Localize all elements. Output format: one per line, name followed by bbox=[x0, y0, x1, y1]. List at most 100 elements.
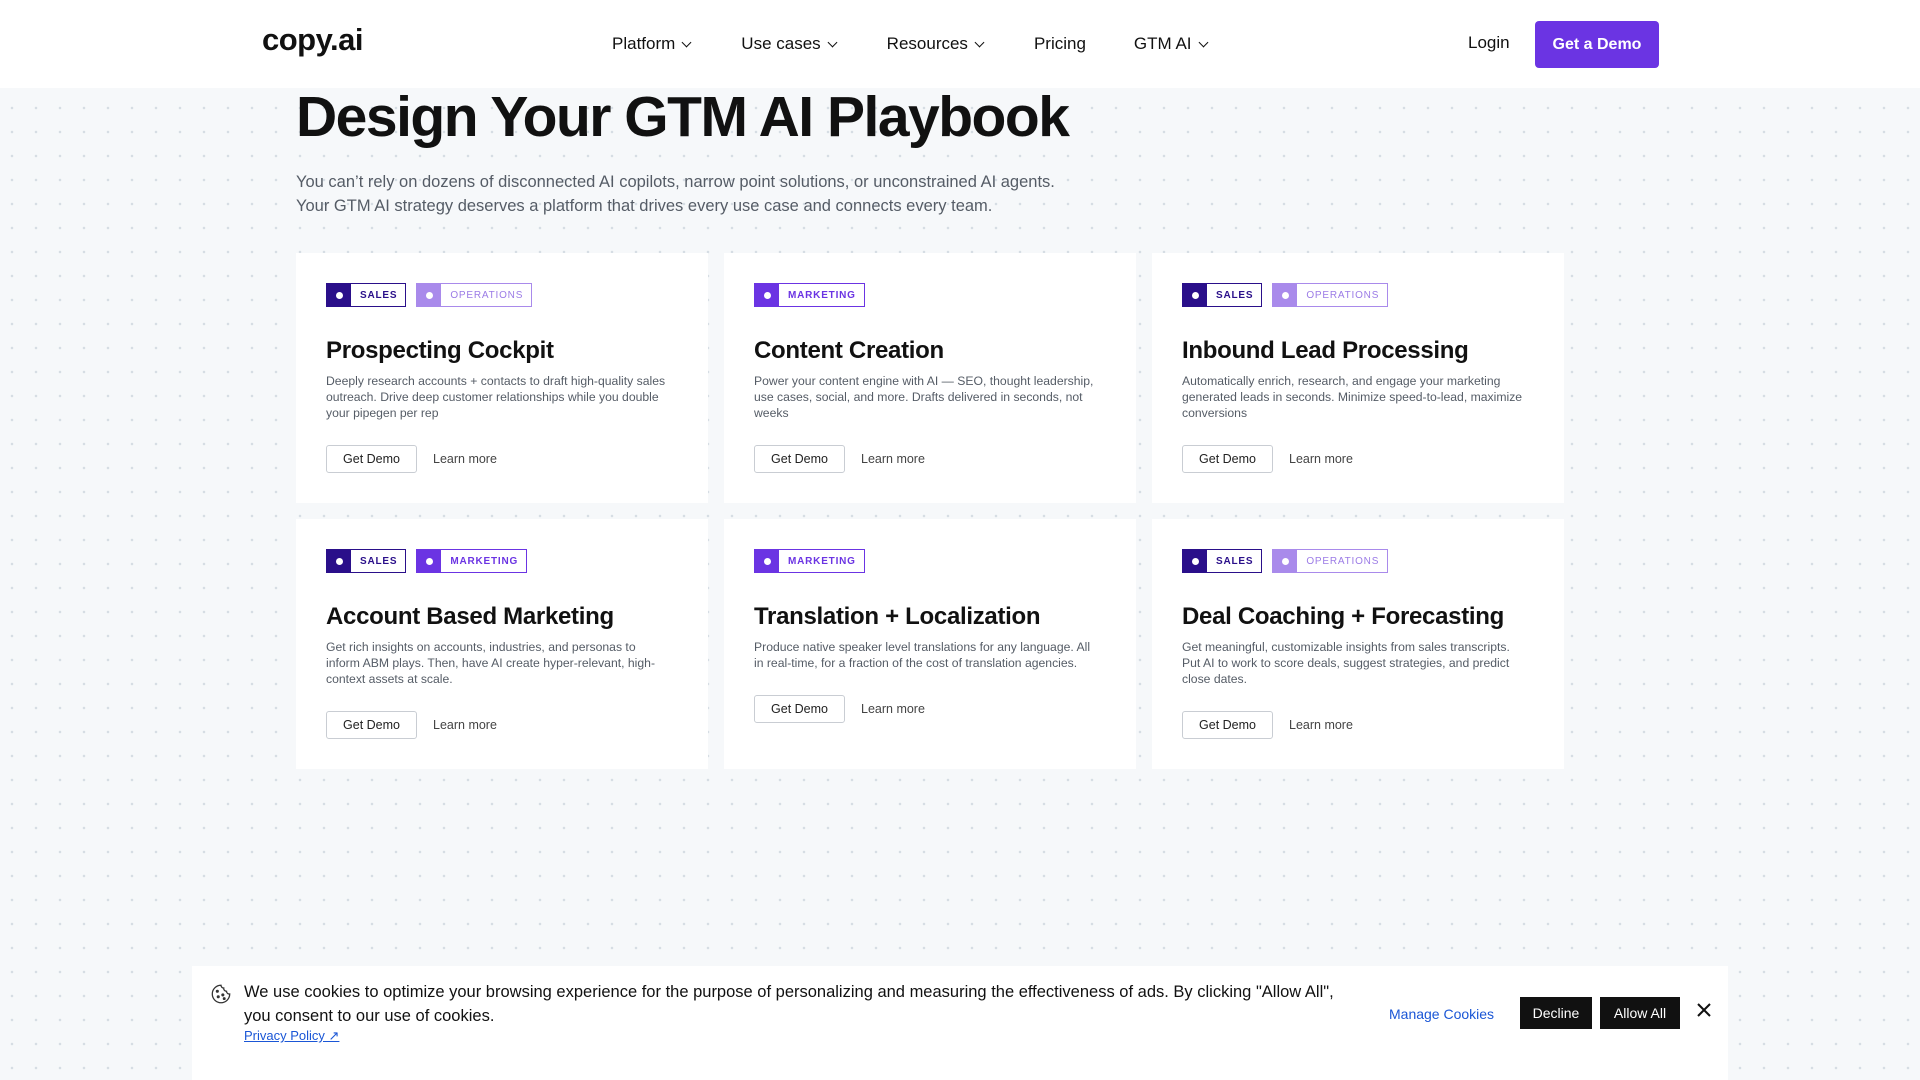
tag-marketing: MARKETING bbox=[754, 283, 865, 307]
nav-item-resources[interactable]: Resources bbox=[886, 34, 985, 54]
dot-icon bbox=[417, 284, 442, 306]
card-title: Prospecting Cockpit bbox=[326, 337, 554, 364]
nav-item-label: Use cases bbox=[741, 34, 821, 53]
manage-cookies-link[interactable]: Manage Cookies bbox=[1389, 1006, 1494, 1022]
tag-label: SALES bbox=[1216, 555, 1254, 567]
logo[interactable]: copy.ai bbox=[262, 22, 364, 58]
tag-label: MARKETING bbox=[788, 289, 856, 301]
tag-sales: SALES bbox=[1182, 549, 1263, 573]
cookie-icon bbox=[211, 984, 231, 1004]
card-description: Get rich insights on accounts, industrie… bbox=[326, 640, 656, 686]
get-demo-button[interactable]: Get Demo bbox=[326, 445, 417, 473]
nav-item-label: Pricing bbox=[1033, 34, 1086, 53]
use-case-card-content-creation: MARKETING Content Creation Power your co… bbox=[724, 253, 1136, 503]
tag-label: OPERATIONS bbox=[1306, 555, 1380, 567]
hero-subtitle: You can’t rely on dozens of disconnected… bbox=[296, 170, 1136, 218]
nav-item-label: GTM AI bbox=[1133, 34, 1192, 53]
tag-label: MARKETING bbox=[788, 555, 856, 567]
cookie-banner: We use cookies to optimize your browsing… bbox=[192, 966, 1728, 1080]
login-link[interactable]: Login bbox=[1468, 33, 1510, 53]
tag-list: SALES OPERATIONS bbox=[326, 283, 678, 307]
hero-subtitle-line: You can’t rely on dozens of disconnected… bbox=[296, 173, 1055, 191]
nav-item-pricing[interactable]: Pricing bbox=[1034, 34, 1086, 54]
use-case-card-translation-localization: MARKETING Translation + Localization Pro… bbox=[724, 519, 1136, 769]
dot-icon bbox=[755, 550, 779, 572]
card-description: Produce native speaker level translation… bbox=[754, 640, 1091, 670]
card-actions: Get Demo Learn more bbox=[326, 445, 497, 473]
get-demo-button[interactable]: Get Demo bbox=[1182, 711, 1273, 739]
allow-all-button[interactable]: Allow All bbox=[1600, 997, 1680, 1029]
dot-icon bbox=[1183, 284, 1207, 306]
tag-list: SALES MARKETING bbox=[326, 549, 678, 573]
learn-more-link[interactable]: Learn more bbox=[1289, 718, 1353, 732]
nav-item-label: Resources bbox=[886, 34, 968, 53]
chevron-down-icon bbox=[827, 37, 838, 47]
cookie-message: We use cookies to optimize your browsing… bbox=[244, 983, 1334, 1025]
tag-label: OPERATIONS bbox=[1306, 289, 1380, 301]
use-case-card-inbound-lead-processing: SALES OPERATIONS Inbound Lead Processing… bbox=[1152, 253, 1564, 503]
tag-marketing: MARKETING bbox=[416, 549, 528, 573]
tag-label: SALES bbox=[360, 289, 398, 301]
tag-sales: SALES bbox=[326, 549, 407, 573]
get-demo-button[interactable]: Get Demo bbox=[1182, 445, 1273, 473]
chevron-down-icon bbox=[681, 37, 692, 47]
chevron-down-icon bbox=[1198, 37, 1208, 47]
card-description: Get meaningful, customizable insights fr… bbox=[1182, 640, 1510, 686]
dot-icon bbox=[1273, 550, 1298, 572]
tag-operations: OPERATIONS bbox=[1272, 283, 1389, 307]
tag-list: MARKETING bbox=[754, 283, 1106, 307]
learn-more-link[interactable]: Learn more bbox=[433, 718, 497, 732]
tag-label: SALES bbox=[360, 555, 398, 567]
nav-menu: Platform Use cases Resources Pricing GTM… bbox=[612, 0, 1208, 88]
use-case-card-account-based-marketing: SALES MARKETING Account Based Marketing … bbox=[296, 519, 708, 769]
nav-item-platform[interactable]: Platform bbox=[612, 34, 692, 54]
card-actions: Get Demo Learn more bbox=[326, 711, 497, 739]
learn-more-link[interactable]: Learn more bbox=[1289, 452, 1353, 466]
nav-item-gtm-ai[interactable]: GTM AI bbox=[1133, 34, 1208, 54]
dot-icon bbox=[1273, 284, 1298, 306]
card-description: Deeply research accounts + contacts to d… bbox=[326, 374, 666, 420]
tag-label: SALES bbox=[1216, 289, 1254, 301]
card-description: Automatically enrich, research, and enga… bbox=[1182, 374, 1523, 420]
card-title: Inbound Lead Processing bbox=[1182, 337, 1469, 364]
card-title: Account Based Marketing bbox=[326, 603, 614, 630]
tag-list: SALES OPERATIONS bbox=[1182, 283, 1534, 307]
get-a-demo-button[interactable]: Get a Demo bbox=[1535, 21, 1659, 68]
dot-icon bbox=[1183, 550, 1207, 572]
tag-list: SALES OPERATIONS bbox=[1182, 549, 1534, 573]
tag-marketing: MARKETING bbox=[754, 549, 865, 573]
tag-operations: OPERATIONS bbox=[1272, 549, 1389, 573]
hero-subtitle-line: Your GTM AI strategy deserves a platform… bbox=[296, 197, 993, 215]
get-demo-button[interactable]: Get Demo bbox=[754, 695, 845, 723]
tag-label: MARKETING bbox=[450, 555, 519, 567]
dot-icon bbox=[417, 550, 442, 572]
close-icon[interactable] bbox=[1694, 1000, 1714, 1020]
dot-icon bbox=[327, 284, 351, 306]
nav-item-use-cases[interactable]: Use cases bbox=[741, 34, 838, 54]
card-actions: Get Demo Learn more bbox=[1182, 711, 1353, 739]
dot-icon bbox=[327, 550, 351, 572]
use-case-card-prospecting-cockpit: SALES OPERATIONS Prospecting Cockpit Dee… bbox=[296, 253, 708, 503]
tag-sales: SALES bbox=[1182, 283, 1263, 307]
card-actions: Get Demo Learn more bbox=[754, 445, 925, 473]
use-case-card-deal-coaching-forecasting: SALES OPERATIONS Deal Coaching + Forecas… bbox=[1152, 519, 1564, 769]
card-title: Translation + Localization bbox=[754, 603, 1041, 630]
top-nav: copy.ai Platform Use cases Resources Pri… bbox=[0, 0, 1920, 88]
card-title: Content Creation bbox=[754, 337, 944, 364]
nav-item-label: Platform bbox=[612, 34, 676, 53]
chevron-down-icon bbox=[974, 37, 985, 47]
dot-icon bbox=[755, 284, 779, 306]
privacy-policy-link[interactable]: Privacy Policy ↗ bbox=[244, 1028, 339, 1044]
tag-operations: OPERATIONS bbox=[416, 283, 533, 307]
decline-button[interactable]: Decline bbox=[1520, 997, 1592, 1029]
learn-more-link[interactable]: Learn more bbox=[861, 702, 925, 716]
get-demo-button[interactable]: Get Demo bbox=[326, 711, 417, 739]
learn-more-link[interactable]: Learn more bbox=[861, 452, 925, 466]
learn-more-link[interactable]: Learn more bbox=[433, 452, 497, 466]
tag-label: OPERATIONS bbox=[450, 289, 524, 301]
get-demo-button[interactable]: Get Demo bbox=[754, 445, 845, 473]
card-title: Deal Coaching + Forecasting bbox=[1182, 603, 1504, 630]
tag-sales: SALES bbox=[326, 283, 407, 307]
page-title: Design Your GTM AI Playbook bbox=[296, 85, 1070, 149]
tag-list: MARKETING bbox=[754, 549, 1106, 573]
